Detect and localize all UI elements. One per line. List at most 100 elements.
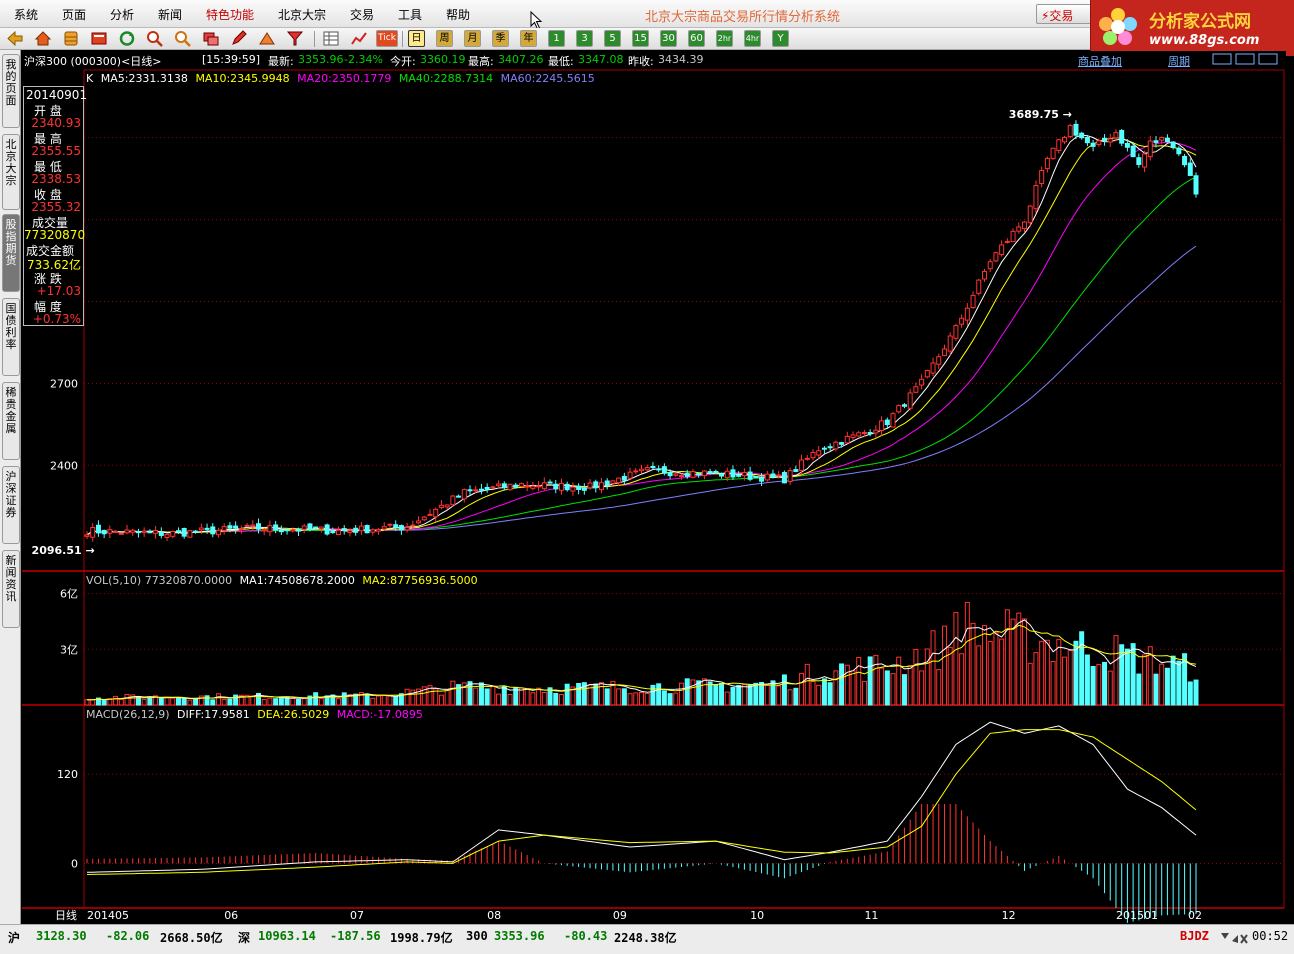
table-icon[interactable] <box>322 30 340 47</box>
ad-banner[interactable]: 分析家公式网 www.88gs.com <box>1090 0 1294 56</box>
menu-trade[interactable]: 交易 <box>350 6 374 23</box>
period-link[interactable]: 周期 <box>1168 53 1190 69</box>
candle-body <box>1010 230 1016 243</box>
trend-chart-icon[interactable] <box>350 30 368 47</box>
candle-body <box>513 484 519 488</box>
sidetab-index-futures[interactable]: 股指期货 <box>2 214 20 292</box>
volume-bar <box>993 632 999 706</box>
min-30-button[interactable]: 30 <box>660 30 677 47</box>
volume-bar <box>147 697 153 706</box>
high-value: 3407.26 <box>498 53 544 66</box>
volume-bar <box>810 680 816 706</box>
sidetab-news[interactable]: 新闻资讯 <box>2 550 20 628</box>
candle-body <box>410 524 416 527</box>
menu-help[interactable]: 帮助 <box>446 6 470 23</box>
volume-bar <box>193 698 199 706</box>
menu-bjdz[interactable]: 北京大宗 <box>278 6 326 23</box>
menu-analysis[interactable]: 分析 <box>110 6 134 23</box>
draw-pen-icon[interactable] <box>230 30 248 47</box>
period-year-button[interactable]: 年 <box>520 30 537 47</box>
macd-legend: MACD(26,12,9) DIFF:17.9581 DEA:26.5029 M… <box>86 708 427 721</box>
period-day-button[interactable]: 日 <box>408 30 425 47</box>
candle-body <box>1027 205 1033 223</box>
sidetab-precious-metals[interactable]: 稀贵金属 <box>2 382 20 460</box>
candle-body <box>324 524 330 535</box>
tick-button[interactable]: Tick <box>376 30 398 47</box>
volume-bar <box>1033 652 1039 706</box>
sidetab-bond-rates[interactable]: 国债利率 <box>2 298 20 376</box>
trade-button[interactable]: ⚡交易 <box>1036 4 1096 24</box>
back-arrow-icon[interactable] <box>6 30 24 47</box>
volume-bar <box>1193 679 1199 706</box>
candle-body <box>1153 140 1159 143</box>
min-5-button[interactable]: 5 <box>604 30 621 47</box>
candle-body <box>101 529 107 535</box>
volume-bar <box>364 693 370 706</box>
volume-bar <box>616 688 622 706</box>
kline-chart[interactable]: 3689.75 → 2096.51 → 2400 2700 3亿 6亿 0 120 日线 201… <box>22 68 1286 924</box>
windows-icon[interactable] <box>202 30 220 47</box>
overlay-link[interactable]: 商品叠加 <box>1078 53 1122 69</box>
zoom-in-icon[interactable] <box>146 30 164 47</box>
volume-bar <box>1164 667 1170 706</box>
menu-page[interactable]: 页面 <box>62 6 86 23</box>
menu-system[interactable]: 系统 <box>14 6 38 23</box>
ad-url: www.88gs.com <box>1149 33 1260 48</box>
menu-news[interactable]: 新闻 <box>158 6 182 23</box>
volume-bar <box>764 684 770 706</box>
min-3-button[interactable]: 3 <box>576 30 593 47</box>
menu-tools[interactable]: 工具 <box>398 6 422 23</box>
window-controls-icon[interactable] <box>1212 53 1282 65</box>
candle-body <box>616 477 622 484</box>
refresh-icon[interactable] <box>118 30 136 47</box>
period-quarter-button[interactable]: 季 <box>492 30 509 47</box>
volume-bar <box>90 699 96 706</box>
min-1-button[interactable]: 1 <box>548 30 565 47</box>
volume-bar <box>667 693 673 706</box>
home-icon[interactable] <box>34 30 52 47</box>
sidetab-my-page[interactable]: 我的页面 <box>2 54 20 128</box>
candle-body <box>370 529 376 533</box>
volume-bar <box>484 688 490 706</box>
volume-bar <box>1142 654 1148 706</box>
custom-period-button[interactable]: Y <box>772 30 789 47</box>
database-icon[interactable] <box>62 30 80 47</box>
candle-body <box>719 473 725 477</box>
sidetab-bjdz[interactable]: 北京大宗 <box>2 134 20 210</box>
candle-body <box>999 244 1005 255</box>
legend-ma10: MA10:2345.9948 <box>195 72 290 85</box>
volume-bar <box>924 648 930 706</box>
min-60-button[interactable]: 60 <box>688 30 705 47</box>
volume-bar <box>524 688 530 706</box>
instrument-name[interactable]: 沪深300 (000300)<日线> <box>24 53 162 69</box>
filter-icon[interactable] <box>286 30 304 47</box>
sidetab-hs-securities[interactable]: 沪深证券 <box>2 466 20 544</box>
volume-bar <box>124 693 130 706</box>
report-icon[interactable] <box>90 30 108 47</box>
candle-body <box>833 441 839 450</box>
period-week-button[interactable]: 周 <box>436 30 453 47</box>
candle-body <box>679 475 685 478</box>
sb-sh-value: 3128.30 <box>36 929 87 943</box>
min-15-button[interactable]: 15 <box>632 30 649 47</box>
hour-2-button[interactable]: 2hr <box>716 30 733 47</box>
candle-body <box>278 529 284 533</box>
candle-body <box>696 472 702 476</box>
volume-bar <box>1096 664 1102 706</box>
menu-special[interactable]: 特色功能 <box>206 6 254 23</box>
candle-body <box>1102 137 1108 142</box>
volume-bar <box>113 695 119 706</box>
volume-bar <box>867 656 873 706</box>
hour-4-button[interactable]: 4hr <box>744 30 761 47</box>
signal-volume-icon[interactable] <box>1220 931 1248 945</box>
candle-body <box>261 529 267 532</box>
zoom-out-icon[interactable] <box>174 30 192 47</box>
formula-icon[interactable] <box>258 30 276 47</box>
candle-body <box>215 529 221 536</box>
candle-body <box>959 317 965 325</box>
candle-body <box>273 524 279 531</box>
period-month-button[interactable]: 月 <box>464 30 481 47</box>
candle-body <box>604 480 610 486</box>
volume-bar <box>953 612 959 706</box>
volume-bar <box>621 688 627 706</box>
